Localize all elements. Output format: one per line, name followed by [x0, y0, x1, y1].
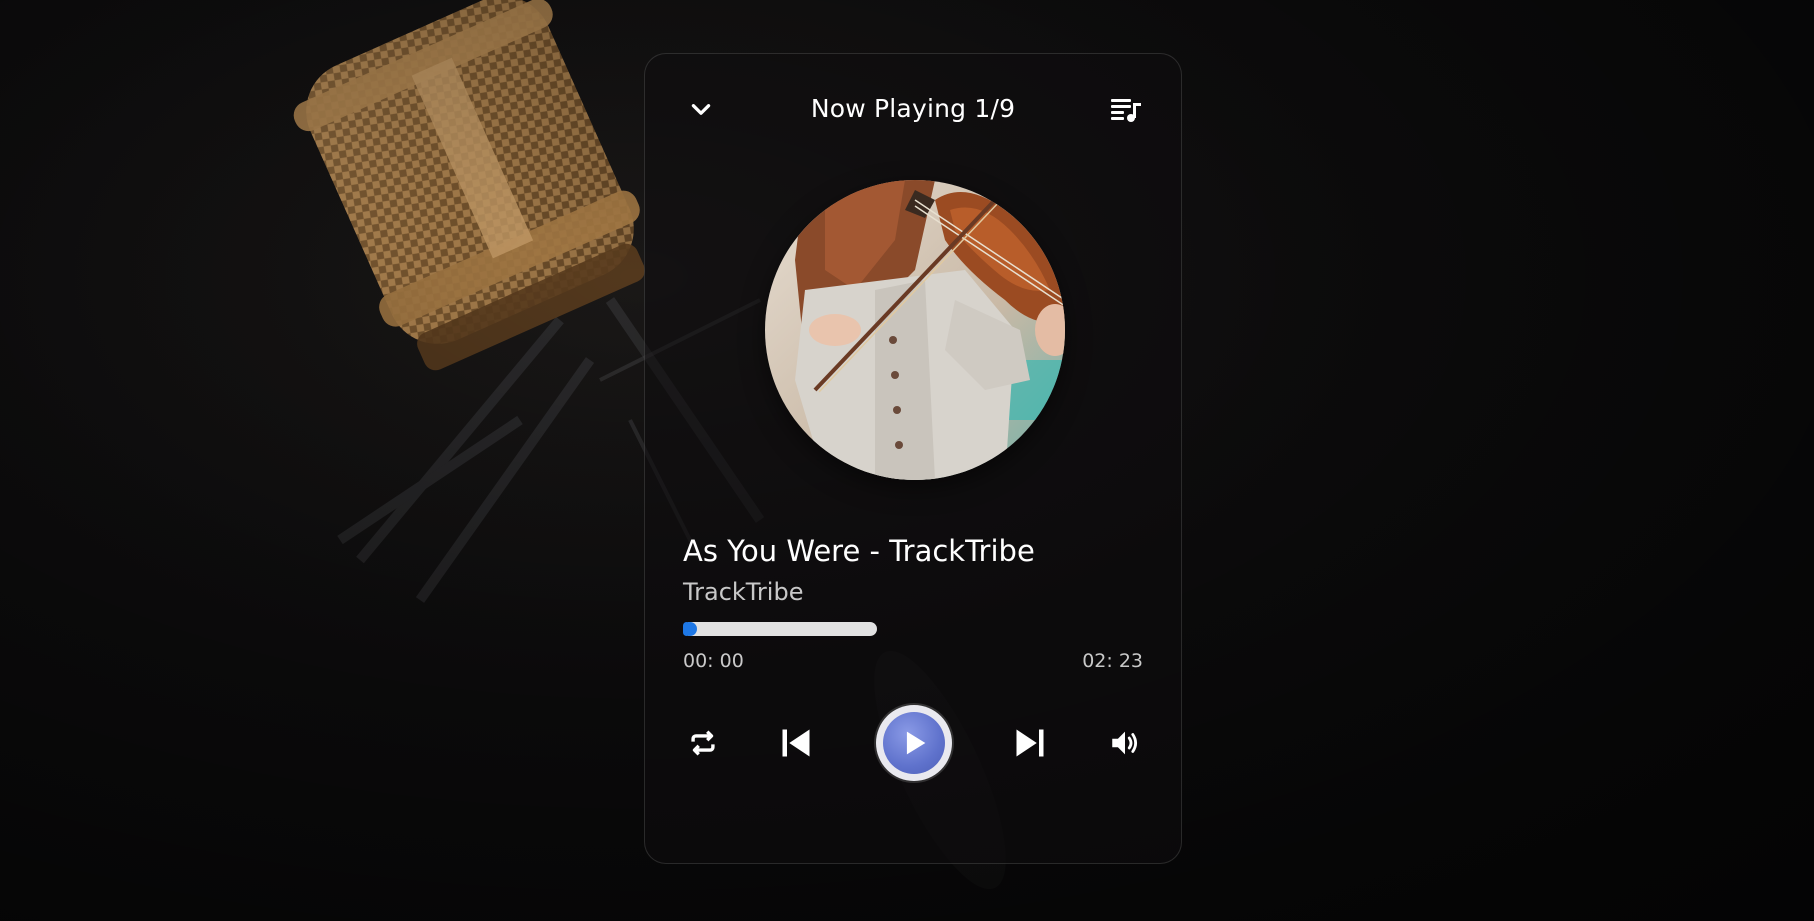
music-player-card: Now Playing 1/9 As You Were - TrackTribe…: [644, 53, 1182, 864]
total-time: 02: 23: [1082, 650, 1143, 672]
repeat-button[interactable]: [683, 723, 723, 763]
play-icon: [906, 731, 926, 755]
album-artwork: [765, 180, 1065, 480]
playlist-button[interactable]: [1107, 91, 1145, 127]
current-time: 00: 00: [683, 650, 744, 672]
progress-bar[interactable]: [683, 622, 877, 636]
skip-previous-icon: [782, 729, 810, 757]
song-title: As You Were - TrackTribe: [683, 534, 1035, 568]
app-background: Now Playing 1/9 As You Were - TrackTribe…: [0, 0, 1814, 921]
play-button[interactable]: [876, 705, 952, 781]
progress-thumb[interactable]: [683, 622, 697, 636]
playlist-music-icon: [1111, 99, 1141, 122]
now-playing-title: Now Playing 1/9: [810, 94, 1016, 123]
repeat-icon: [691, 730, 715, 756]
previous-button[interactable]: [776, 723, 816, 763]
skip-next-icon: [1016, 729, 1044, 757]
album-artwork-image: [765, 180, 1065, 480]
play-button-inner: [883, 712, 945, 774]
volume-button[interactable]: [1105, 723, 1145, 763]
next-button[interactable]: [1010, 723, 1050, 763]
song-artist: TrackTribe: [683, 578, 804, 606]
volume-icon: [1112, 731, 1138, 755]
